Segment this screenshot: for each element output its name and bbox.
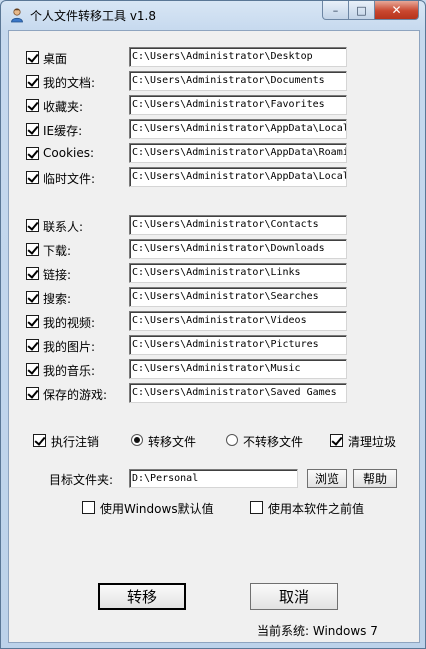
defaults-row: 使用Windows默认值 使用本软件之前值 bbox=[9, 501, 419, 521]
folder-path-input[interactable]: C:\Users\Administrator\Videos bbox=[129, 311, 347, 331]
clean-junk-checkbox[interactable] bbox=[330, 434, 343, 447]
current-system-status: 当前系统: Windows 7 bbox=[257, 624, 378, 638]
client-area: 桌面 C:\Users\Administrator\Desktop 我的文档: C:\… bbox=[8, 30, 420, 643]
user-icon bbox=[11, 8, 23, 23]
folder-label: Cookies: bbox=[43, 146, 95, 160]
help-button[interactable]: 帮助 bbox=[353, 469, 397, 488]
folder-label: 链接: bbox=[43, 268, 72, 282]
maximize-button[interactable]: □ bbox=[349, 1, 375, 20]
folder-row: 我的音乐: C:\Users\Administrator\Music bbox=[9, 359, 419, 383]
windows-default-checkbox[interactable] bbox=[82, 501, 95, 514]
folder-checkbox[interactable] bbox=[26, 171, 39, 184]
folder-label: 下载: bbox=[43, 244, 72, 258]
move-files-radio[interactable] bbox=[131, 434, 143, 446]
folder-checkbox[interactable] bbox=[26, 291, 39, 304]
folder-checkbox[interactable] bbox=[26, 243, 39, 256]
folder-checkbox[interactable] bbox=[26, 123, 39, 136]
close-icon: ✕ bbox=[391, 3, 402, 17]
folder-row: Cookies: C:\Users\Administrator\AppData\R… bbox=[9, 143, 419, 167]
folder-path-input[interactable]: C:\Users\Administrator\Documents bbox=[129, 71, 347, 91]
folder-label: 收藏夹: bbox=[43, 100, 84, 114]
folder-checkbox[interactable] bbox=[26, 315, 39, 328]
folder-row: 保存的游戏: C:\Users\Administrator\Saved Games bbox=[9, 383, 419, 407]
folder-checkbox[interactable] bbox=[26, 99, 39, 112]
folder-checkbox[interactable] bbox=[26, 147, 39, 160]
folder-row: IE缓存: C:\Users\Administrator\AppData\Loca… bbox=[9, 119, 419, 143]
folder-row: 收藏夹: C:\Users\Administrator\Favorites bbox=[9, 95, 419, 119]
folder-label: 临时文件: bbox=[43, 172, 96, 186]
folder-checkbox[interactable] bbox=[26, 75, 39, 88]
minimize-button[interactable]: – bbox=[322, 1, 349, 20]
folder-path-input[interactable]: C:\Users\Administrator\Downloads bbox=[129, 239, 347, 259]
folder-checkbox[interactable] bbox=[26, 363, 39, 376]
move-files-label: 转移文件 bbox=[148, 435, 197, 449]
folder-row: 临时文件: C:\Users\Administrator\AppData\Loca… bbox=[9, 167, 419, 191]
folder-label: 我的文档: bbox=[43, 76, 96, 90]
minimize-icon: – bbox=[332, 3, 339, 17]
window-title: 个人文件转移工具 v1.8 bbox=[30, 9, 157, 23]
target-folder-label: 目标文件夹: bbox=[49, 473, 114, 487]
folder-label: 我的视频: bbox=[43, 316, 96, 330]
title-bar[interactable]: 个人文件转移工具 v1.8 – □ ✕ bbox=[1, 1, 425, 29]
folder-path-input[interactable]: C:\Users\Administrator\Saved Games bbox=[129, 383, 347, 403]
folder-path-input[interactable]: C:\Users\Administrator\Searches bbox=[129, 287, 347, 307]
folder-label: 我的音乐: bbox=[43, 364, 96, 378]
folder-path-input[interactable]: C:\Users\Administrator\AppData\Local bbox=[129, 167, 347, 187]
folder-label: 搜索: bbox=[43, 292, 72, 306]
folder-label: 保存的游戏: bbox=[43, 388, 108, 402]
maximize-icon: □ bbox=[356, 3, 367, 17]
options-row: 执行注销 转移文件 不转移文件 清理垃圾 bbox=[9, 434, 419, 454]
caption-buttons: – □ ✕ bbox=[322, 1, 419, 21]
no-move-files-label: 不转移文件 bbox=[243, 435, 304, 449]
transfer-button[interactable]: 转移 bbox=[98, 583, 186, 610]
folder-row: 链接: C:\Users\Administrator\Links bbox=[9, 263, 419, 287]
folder-path-input[interactable]: C:\Users\Administrator\Links bbox=[129, 263, 347, 283]
folder-path-input[interactable]: C:\Users\Administrator\Pictures bbox=[129, 335, 347, 355]
folder-checkbox[interactable] bbox=[26, 51, 39, 64]
logoff-label: 执行注销 bbox=[51, 435, 100, 449]
folder-row: 下载: C:\Users\Administrator\Downloads bbox=[9, 239, 419, 263]
folder-label: 我的图片: bbox=[43, 340, 96, 354]
folder-path-input[interactable]: C:\Users\Administrator\Contacts bbox=[129, 215, 347, 235]
folder-checkbox[interactable] bbox=[26, 339, 39, 352]
folder-path-input[interactable]: C:\Users\Administrator\Desktop bbox=[129, 47, 347, 67]
folder-checkbox[interactable] bbox=[26, 387, 39, 400]
logoff-checkbox[interactable] bbox=[33, 434, 46, 447]
folder-checkbox[interactable] bbox=[26, 267, 39, 280]
folder-row: 我的视频: C:\Users\Administrator\Videos bbox=[9, 311, 419, 335]
folder-path-input[interactable]: C:\Users\Administrator\Music bbox=[129, 359, 347, 379]
cancel-button[interactable]: 取消 bbox=[250, 583, 338, 610]
folder-row: 我的图片: C:\Users\Administrator\Pictures bbox=[9, 335, 419, 359]
folder-row: 桌面 C:\Users\Administrator\Desktop bbox=[9, 47, 419, 71]
app-window: 个人文件转移工具 v1.8 – □ ✕ 桌面 C:\Users\Administr… bbox=[0, 0, 426, 649]
previous-values-checkbox[interactable] bbox=[250, 501, 263, 514]
folder-path-input[interactable]: C:\Users\Administrator\AppData\Roami bbox=[129, 143, 347, 163]
folder-row: 搜索: C:\Users\Administrator\Searches bbox=[9, 287, 419, 311]
folder-path-input[interactable]: C:\Users\Administrator\Favorites bbox=[129, 95, 347, 115]
folder-row: 我的文档: C:\Users\Administrator\Documents bbox=[9, 71, 419, 95]
no-move-files-radio[interactable] bbox=[226, 434, 238, 446]
folder-label: IE缓存: bbox=[43, 124, 83, 138]
clean-junk-label: 清理垃圾 bbox=[348, 435, 397, 449]
folder-label: 桌面 bbox=[43, 52, 68, 66]
folder-label: 联系人: bbox=[43, 220, 84, 234]
windows-default-label: 使用Windows默认值 bbox=[100, 502, 214, 516]
folder-row: 联系人: C:\Users\Administrator\Contacts bbox=[9, 215, 419, 239]
close-button[interactable]: ✕ bbox=[375, 1, 419, 20]
folder-checkbox[interactable] bbox=[26, 219, 39, 232]
target-folder-input[interactable]: D:\Personal bbox=[129, 469, 298, 488]
browse-button[interactable]: 浏览 bbox=[307, 469, 347, 488]
previous-values-label: 使用本软件之前值 bbox=[268, 502, 365, 516]
folder-path-input[interactable]: C:\Users\Administrator\AppData\Local bbox=[129, 119, 347, 139]
